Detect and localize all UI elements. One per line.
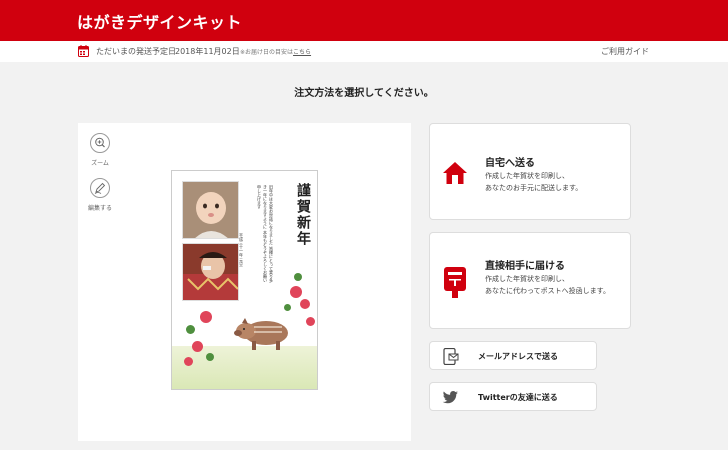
camellia-flower (290, 286, 302, 298)
zoom-label: ズーム (91, 160, 109, 167)
deliver-direct-option[interactable]: 直接相手に届ける 作成した年賀状を印刷し、 あなたに代わってポストへ投函します。 (429, 232, 631, 329)
option-title: 自宅へ送る (485, 158, 535, 169)
camellia-flower (306, 317, 315, 326)
card-message: 旧年中は大変お世話になりました 皆様にとって実り多き一年になりますように 本年も… (257, 185, 274, 283)
baby-photo-1 (182, 181, 239, 239)
camellia-flower (186, 325, 195, 334)
shipping-info-bar: ただいまの発送予定日 2018年11月02日 ※お届け日の目安はこちら ご利用ガ… (0, 41, 728, 62)
house-icon (443, 162, 467, 184)
zoom-in-icon (95, 137, 105, 148)
camellia-flower (284, 304, 291, 311)
card-date: 平成三十一年 元旦 (239, 233, 244, 267)
card-title: 謹賀新年 (295, 183, 311, 247)
edit-button[interactable]: 編集する (86, 178, 114, 212)
camellia-flower (294, 273, 302, 281)
app-title[interactable]: はがきデザインキット (77, 9, 242, 33)
wild-boar-illustration (234, 318, 288, 350)
page-heading: 注文方法を選択してください。 (294, 88, 434, 99)
twitter-bird-icon (442, 391, 458, 404)
camellia-flower (200, 311, 212, 323)
edit-label: 編集する (87, 205, 112, 212)
mail-phone-icon (443, 348, 459, 365)
shipping-note-link[interactable]: こちら (293, 49, 311, 56)
mailbox-icon (444, 267, 466, 298)
option-title: 直接相手に届ける (485, 261, 565, 272)
shipping-label: ただいまの発送予定日 (96, 47, 176, 56)
top-header-bar: はがきデザインキット (0, 0, 728, 41)
new-year-card-image[interactable]: 旧年中は大変お世話になりました 皆様にとって実り多き一年になりますように 本年も… (171, 170, 318, 390)
option-desc-line1: 作成した年賀状を印刷し、 (485, 172, 569, 180)
calendar-icon (78, 45, 89, 57)
shipping-note: ※お届け日の目安はこちら (240, 47, 311, 56)
shipping-date: 2018年11月02日 (175, 47, 240, 56)
option-desc-line2: あなたに代わってポストへ投函します。 (485, 287, 610, 295)
zoom-button[interactable]: ズーム (86, 133, 114, 167)
option-desc-line2: あなたのお手元に配送します。 (485, 184, 583, 192)
baby-photo-2 (182, 243, 239, 301)
camellia-flower (300, 299, 310, 309)
send-by-twitter-button[interactable]: Twitterの友達に送る (429, 382, 597, 411)
guide-link[interactable]: ご利用ガイド (601, 46, 649, 57)
twitter-option-label: Twitterの友達に送る (478, 393, 558, 402)
email-option-label: メールアドレスで送る (478, 352, 558, 361)
send-by-email-button[interactable]: メールアドレスで送る (429, 341, 597, 370)
edit-pen-icon (94, 182, 106, 194)
camellia-flower (184, 357, 193, 366)
send-to-home-option[interactable]: 自宅へ送る 作成した年賀状を印刷し、 あなたのお手元に配送します。 (429, 123, 631, 220)
camellia-flower (206, 353, 214, 361)
camellia-flower (192, 341, 203, 352)
shipping-note-text: ※お届け日の目安は (240, 49, 294, 56)
card-preview-panel: ズーム 編集する 旧年中は大変お世話になりました 皆様にとって実り多き一年になり… (78, 123, 411, 441)
option-desc-line1: 作成した年賀状を印刷し、 (485, 275, 569, 283)
